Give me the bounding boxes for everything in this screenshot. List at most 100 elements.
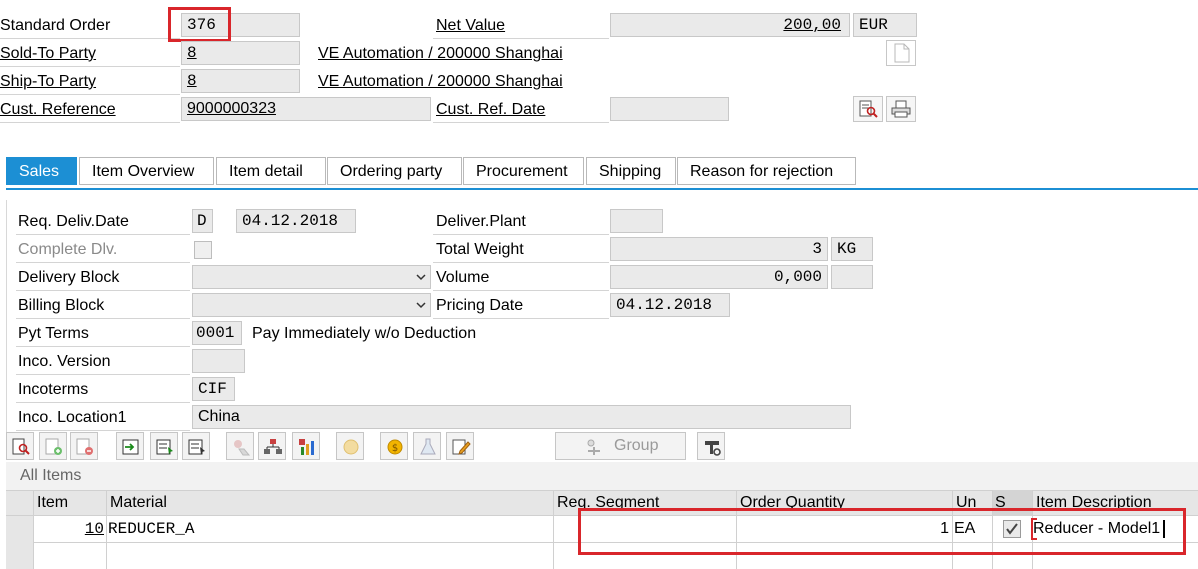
sold-to-party-name[interactable]: VE Automation / 200000 Shanghai [318,42,563,66]
svg-text:$: $ [392,443,398,454]
ship-to-party-label[interactable]: Ship-To Party [0,70,96,94]
row-selector-column[interactable] [6,516,33,569]
delivery-block-label: Delivery Block [18,269,120,286]
divider [16,430,190,431]
pyt-terms-label: Pyt Terms [18,325,89,342]
pricing-date-field[interactable]: 04.12.2018 [610,293,730,317]
req-deliv-date-field[interactable]: 04.12.2018 [236,209,356,233]
billing-block-select[interactable] [192,293,431,317]
total-weight-label: Total Weight [436,241,524,258]
req-deliv-date-type-field[interactable]: D [192,209,213,233]
column-divider [553,490,554,569]
tab-item-detail[interactable]: Item detail [216,157,326,185]
deliver-plant-field[interactable] [610,209,663,233]
complete-dlv-checkbox[interactable] [194,241,212,259]
divider [16,402,190,403]
pyt-terms-field[interactable]: 0001 [192,321,242,345]
tab-shipping[interactable]: Shipping [586,157,676,185]
billing-block-label: Billing Block [18,297,105,314]
divider [0,122,180,123]
column-divider [33,490,34,569]
divider [16,318,190,319]
display-document-icon[interactable] [853,96,883,122]
inco-version-field[interactable] [192,349,245,373]
divider [0,94,180,95]
chevron-down-icon [416,274,426,281]
item-details-icon[interactable] [6,432,34,460]
currency-coin-icon[interactable]: $ [380,432,408,460]
deselect-all-icon[interactable] [182,432,210,460]
ship-to-party-name[interactable]: VE Automation / 200000 Shanghai [318,70,563,94]
pricing-icon[interactable] [336,432,364,460]
panel-border [6,200,7,432]
divider [16,290,190,291]
ship-to-party-field[interactable]: 8 [181,69,300,93]
group-button-label: Group [614,437,659,454]
total-weight-unit-field[interactable]: KG [831,237,873,261]
cust-reference-label[interactable]: Cust. Reference [0,98,116,122]
select-block-icon[interactable] [150,432,178,460]
net-value-label: Net Value [436,17,506,34]
divider [0,38,180,39]
document-icon[interactable] [886,40,916,66]
row-material[interactable]: REDUCER_A [108,517,194,541]
tab-strip-underline [6,188,1198,190]
divider [433,290,609,291]
chart-icon[interactable] [292,432,320,460]
standard-order-label: Standard Order [0,17,111,34]
tab-ordering-party[interactable]: Ordering party [327,157,462,185]
volume-field[interactable]: 0,000 [610,265,828,289]
inco-location-label: Inco. Location1 [18,409,127,426]
print-icon[interactable] [886,96,916,122]
divider [16,234,190,235]
net-value-field[interactable]: 200,00 [610,13,850,37]
divider [433,234,609,235]
insert-row-icon[interactable] [39,432,67,460]
volume-unit-field[interactable] [831,265,873,289]
cust-reference-field[interactable]: 9000000323 [181,97,431,121]
delete-row-icon[interactable] [70,432,98,460]
cust-ref-date-label: Cust. Ref. Date [436,101,546,118]
configuration-icon[interactable] [226,432,254,460]
edit-icon[interactable] [446,432,474,460]
flask-icon[interactable] [413,432,441,460]
select-all-icon[interactable] [116,432,144,460]
cust-ref-date-field[interactable] [610,97,729,121]
incoterms-field[interactable]: CIF [192,377,235,401]
all-items-title: All Items [20,467,82,484]
column-header-material[interactable]: Material [110,490,167,516]
sold-to-party-field[interactable]: 8 [181,41,300,65]
tab-item-overview[interactable]: Item Overview [79,157,214,185]
divider [0,66,180,67]
divider [16,346,190,347]
group-icon [587,439,600,455]
deliver-plant-label: Deliver.Plant [436,213,526,230]
total-weight-field[interactable]: 3 [610,237,828,261]
chevron-down-icon [416,302,426,309]
tab-procurement[interactable]: Procurement [463,157,584,185]
pricing-date-label: Pricing Date [436,297,524,314]
column-divider [106,490,107,569]
currency-field[interactable]: EUR [853,13,917,37]
inco-version-label: Inco. Version [18,353,111,370]
delivery-block-select[interactable] [192,265,431,289]
complete-dlv-label: Complete Dlv. [18,241,118,258]
tab-sales[interactable]: Sales [6,157,77,185]
row-item-number[interactable]: 10 [36,517,104,541]
divider [16,374,190,375]
divider [433,122,609,123]
highlight-order-number [168,7,231,42]
structure-icon[interactable] [258,432,286,460]
divider [433,38,609,39]
inco-location-field[interactable]: China [192,405,851,429]
req-deliv-date-label: Req. Deliv.Date [18,213,129,230]
volume-label: Volume [436,269,490,286]
group-button[interactable]: Group [555,432,686,460]
sold-to-party-label[interactable]: Sold-To Party [0,42,96,66]
tab-reason-for-rejection[interactable]: Reason for rejection [677,157,856,185]
column-header-item[interactable]: Item [37,490,68,516]
incoterms-label: Incoterms [18,381,89,398]
divider [16,262,190,263]
divider [433,318,609,319]
tools-icon[interactable] [697,432,725,460]
